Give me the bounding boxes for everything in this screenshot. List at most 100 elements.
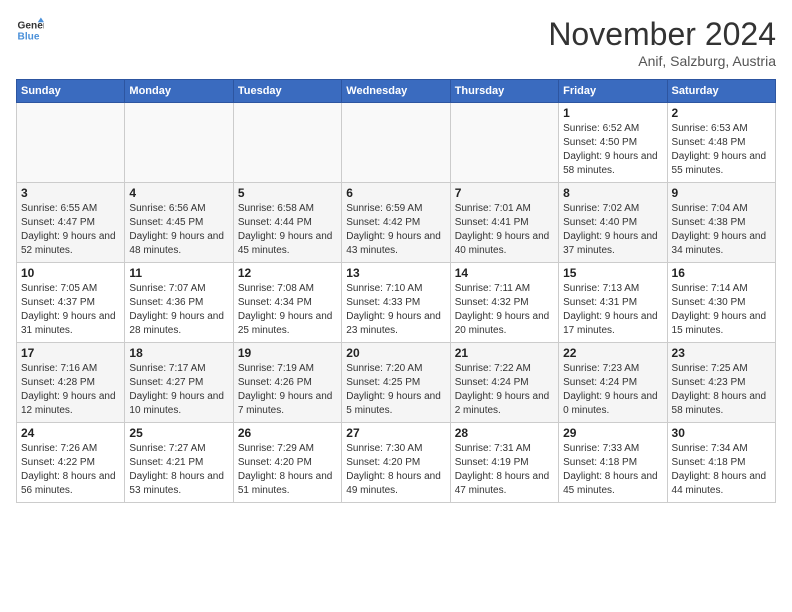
day-number: 14 <box>455 266 554 280</box>
day-number: 7 <box>455 186 554 200</box>
svg-text:Blue: Blue <box>18 31 40 42</box>
page-container: General Blue November 2024 Anif, Salzbur… <box>0 0 792 511</box>
week-row-1: 1 Sunrise: 6:52 AM Sunset: 4:50 PM Daylig… <box>17 103 776 183</box>
calendar-cell-0-3 <box>342 103 450 183</box>
day-info: Sunrise: 7:01 AM Sunset: 4:41 PM Dayligh… <box>455 202 554 258</box>
col-friday: Friday <box>559 80 667 103</box>
day-number: 5 <box>238 186 337 200</box>
day-info: Sunrise: 7:26 AM Sunset: 4:22 PM Dayligh… <box>21 442 120 498</box>
calendar-cell-3-0: 17 Sunrise: 7:16 AM Sunset: 4:28 PM Dayli… <box>17 343 125 423</box>
day-number: 26 <box>238 426 337 440</box>
logo-icon: General Blue <box>16 16 44 44</box>
calendar-cell-0-2 <box>233 103 341 183</box>
col-sunday: Sunday <box>17 80 125 103</box>
day-info: Sunrise: 6:55 AM Sunset: 4:47 PM Dayligh… <box>21 202 120 258</box>
col-tuesday: Tuesday <box>233 80 341 103</box>
day-info: Sunrise: 6:53 AM Sunset: 4:48 PM Dayligh… <box>672 122 771 178</box>
calendar-cell-3-1: 18 Sunrise: 7:17 AM Sunset: 4:27 PM Dayli… <box>125 343 233 423</box>
day-info: Sunrise: 7:33 AM Sunset: 4:18 PM Dayligh… <box>563 442 662 498</box>
calendar-cell-0-4 <box>450 103 558 183</box>
day-info: Sunrise: 7:16 AM Sunset: 4:28 PM Dayligh… <box>21 362 120 418</box>
calendar-cell-0-5: 1 Sunrise: 6:52 AM Sunset: 4:50 PM Daylig… <box>559 103 667 183</box>
col-saturday: Saturday <box>667 80 775 103</box>
day-info: Sunrise: 7:05 AM Sunset: 4:37 PM Dayligh… <box>21 282 120 338</box>
day-number: 30 <box>672 426 771 440</box>
day-number: 11 <box>129 266 228 280</box>
day-info: Sunrise: 7:13 AM Sunset: 4:31 PM Dayligh… <box>563 282 662 338</box>
col-wednesday: Wednesday <box>342 80 450 103</box>
calendar-cell-3-6: 23 Sunrise: 7:25 AM Sunset: 4:23 PM Dayli… <box>667 343 775 423</box>
week-row-2: 3 Sunrise: 6:55 AM Sunset: 4:47 PM Daylig… <box>17 183 776 263</box>
calendar-cell-2-6: 16Sunrise: 7:14 AM Sunset: 4:30 PM Dayli… <box>667 263 775 343</box>
day-number: 1 <box>563 106 662 120</box>
calendar-cell-2-4: 14 Sunrise: 7:11 AM Sunset: 4:32 PM Dayli… <box>450 263 558 343</box>
header: General Blue November 2024 Anif, Salzbur… <box>16 16 776 69</box>
day-info: Sunrise: 6:52 AM Sunset: 4:50 PM Dayligh… <box>563 122 662 178</box>
day-info: Sunrise: 7:11 AM Sunset: 4:32 PM Dayligh… <box>455 282 554 338</box>
day-number: 3 <box>21 186 120 200</box>
day-info: Sunrise: 7:31 AM Sunset: 4:19 PM Dayligh… <box>455 442 554 498</box>
calendar-cell-2-3: 13 Sunrise: 7:10 AM Sunset: 4:33 PM Dayli… <box>342 263 450 343</box>
day-info: Sunrise: 7:30 AM Sunset: 4:20 PM Dayligh… <box>346 442 445 498</box>
week-row-4: 17 Sunrise: 7:16 AM Sunset: 4:28 PM Dayli… <box>17 343 776 423</box>
day-info: Sunrise: 7:17 AM Sunset: 4:27 PM Dayligh… <box>129 362 228 418</box>
calendar-cell-2-2: 12Sunrise: 7:08 AM Sunset: 4:34 PM Dayli… <box>233 263 341 343</box>
calendar-cell-3-4: 21 Sunrise: 7:22 AM Sunset: 4:24 PM Dayli… <box>450 343 558 423</box>
day-info: Sunrise: 6:56 AM Sunset: 4:45 PM Dayligh… <box>129 202 228 258</box>
calendar-cell-3-3: 20Sunrise: 7:20 AM Sunset: 4:25 PM Dayli… <box>342 343 450 423</box>
title-block: November 2024 Anif, Salzburg, Austria <box>548 16 776 69</box>
calendar-cell-4-6: 30 Sunrise: 7:34 AM Sunset: 4:18 PM Dayli… <box>667 423 775 503</box>
day-number: 17 <box>21 346 120 360</box>
day-info: Sunrise: 7:25 AM Sunset: 4:23 PM Dayligh… <box>672 362 771 418</box>
calendar-cell-0-1 <box>125 103 233 183</box>
day-number: 23 <box>672 346 771 360</box>
day-number: 20 <box>346 346 445 360</box>
day-number: 10 <box>21 266 120 280</box>
day-number: 13 <box>346 266 445 280</box>
calendar-cell-1-4: 7 Sunrise: 7:01 AM Sunset: 4:41 PM Daylig… <box>450 183 558 263</box>
calendar-cell-1-5: 8 Sunrise: 7:02 AM Sunset: 4:40 PM Daylig… <box>559 183 667 263</box>
calendar-header-row: Sunday Monday Tuesday Wednesday Thursday… <box>17 80 776 103</box>
week-row-3: 10 Sunrise: 7:05 AM Sunset: 4:37 PM Dayli… <box>17 263 776 343</box>
day-number: 28 <box>455 426 554 440</box>
day-number: 12 <box>238 266 337 280</box>
day-number: 21 <box>455 346 554 360</box>
day-info: Sunrise: 7:23 AM Sunset: 4:24 PM Dayligh… <box>563 362 662 418</box>
day-info: Sunrise: 7:34 AM Sunset: 4:18 PM Dayligh… <box>672 442 771 498</box>
calendar-cell-4-2: 26 Sunrise: 7:29 AM Sunset: 4:20 PM Dayli… <box>233 423 341 503</box>
day-number: 18 <box>129 346 228 360</box>
day-number: 2 <box>672 106 771 120</box>
day-info: Sunrise: 7:22 AM Sunset: 4:24 PM Dayligh… <box>455 362 554 418</box>
col-thursday: Thursday <box>450 80 558 103</box>
calendar-cell-4-4: 28 Sunrise: 7:31 AM Sunset: 4:19 PM Dayli… <box>450 423 558 503</box>
day-number: 15 <box>563 266 662 280</box>
day-info: Sunrise: 7:02 AM Sunset: 4:40 PM Dayligh… <box>563 202 662 258</box>
day-info: Sunrise: 7:04 AM Sunset: 4:38 PM Dayligh… <box>672 202 771 258</box>
calendar-cell-0-0 <box>17 103 125 183</box>
day-info: Sunrise: 7:10 AM Sunset: 4:33 PM Dayligh… <box>346 282 445 338</box>
calendar-cell-1-6: 9 Sunrise: 7:04 AM Sunset: 4:38 PM Daylig… <box>667 183 775 263</box>
day-number: 8 <box>563 186 662 200</box>
calendar-cell-1-1: 4Sunrise: 6:56 AM Sunset: 4:45 PM Daylig… <box>125 183 233 263</box>
calendar-table: Sunday Monday Tuesday Wednesday Thursday… <box>16 79 776 503</box>
day-info: Sunrise: 7:07 AM Sunset: 4:36 PM Dayligh… <box>129 282 228 338</box>
location: Anif, Salzburg, Austria <box>548 53 776 69</box>
month-title: November 2024 <box>548 16 776 53</box>
day-number: 6 <box>346 186 445 200</box>
day-info: Sunrise: 7:19 AM Sunset: 4:26 PM Dayligh… <box>238 362 337 418</box>
week-row-5: 24 Sunrise: 7:26 AM Sunset: 4:22 PM Dayli… <box>17 423 776 503</box>
day-number: 27 <box>346 426 445 440</box>
day-number: 24 <box>21 426 120 440</box>
day-number: 25 <box>129 426 228 440</box>
calendar-cell-3-5: 22 Sunrise: 7:23 AM Sunset: 4:24 PM Dayli… <box>559 343 667 423</box>
day-info: Sunrise: 7:27 AM Sunset: 4:21 PM Dayligh… <box>129 442 228 498</box>
calendar-cell-2-5: 15 Sunrise: 7:13 AM Sunset: 4:31 PM Dayli… <box>559 263 667 343</box>
col-monday: Monday <box>125 80 233 103</box>
calendar-cell-4-0: 24 Sunrise: 7:26 AM Sunset: 4:22 PM Dayli… <box>17 423 125 503</box>
calendar-cell-1-2: 5 Sunrise: 6:58 AM Sunset: 4:44 PM Daylig… <box>233 183 341 263</box>
day-number: 22 <box>563 346 662 360</box>
day-info: Sunrise: 7:29 AM Sunset: 4:20 PM Dayligh… <box>238 442 337 498</box>
calendar-cell-4-1: 25 Sunrise: 7:27 AM Sunset: 4:21 PM Dayli… <box>125 423 233 503</box>
day-info: Sunrise: 6:58 AM Sunset: 4:44 PM Dayligh… <box>238 202 337 258</box>
day-number: 9 <box>672 186 771 200</box>
